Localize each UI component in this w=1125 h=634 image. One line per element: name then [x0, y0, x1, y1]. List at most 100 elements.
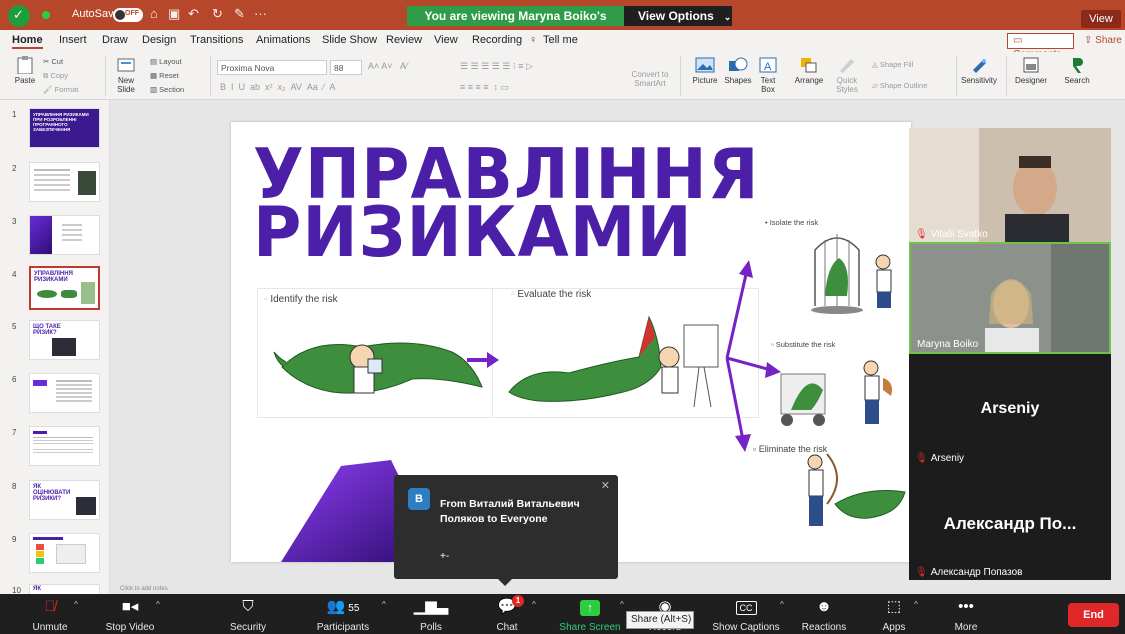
shield-icon: ⛉ — [242, 598, 254, 615]
picture-button[interactable]: Picture — [688, 56, 722, 85]
slide-title-line2[interactable]: РИЗИКАМИ — [253, 198, 693, 267]
shape-fill-button[interactable]: ◬ Shape Fill — [872, 60, 913, 69]
tell-me-search[interactable]: Tell me — [543, 34, 578, 46]
thumbnail-title: ЯК ОЦІНЮВАТИ РИЗИКИ? — [33, 484, 71, 502]
ribbon-tabs: Home Insert Draw Design Transitions Anim… — [0, 30, 1125, 60]
slide-number: 1 — [12, 110, 17, 119]
slide-thumbnail-5[interactable]: ЩО ТАКЕ РИЗИК? — [29, 320, 100, 360]
font-name-dropdown[interactable]: Proxima Nova — [217, 60, 327, 75]
reactions-button[interactable]: ☻ Reactions — [796, 594, 852, 634]
text-box-button[interactable]: A Text Box — [756, 56, 780, 94]
chevron-up-icon[interactable]: ^ — [914, 600, 918, 609]
tab-design[interactable]: Design — [142, 34, 176, 46]
reset-icon: ▦ — [150, 71, 160, 80]
video-tile-vitalii[interactable]: 🎙 Vitalii Svatko — [909, 128, 1111, 242]
chevron-up-icon[interactable]: ^ — [156, 600, 160, 609]
chevron-up-icon[interactable]: ^ — [532, 600, 536, 609]
close-icon[interactable]: ✕ — [601, 479, 610, 492]
tab-slide-show[interactable]: Slide Show — [322, 34, 377, 46]
redo-icon[interactable]: ↻ — [212, 6, 223, 22]
polls-button[interactable]: ▁▆▃ Polls — [408, 594, 454, 634]
section-icon: ▥ — [150, 85, 160, 94]
slide-thumbnail-10[interactable]: ЯК — [29, 584, 100, 594]
cut-button[interactable]: ✂ Cut — [43, 57, 63, 66]
font-style-buttons[interactable]: B I U ab x² x₂ AV Aa ⁄ A — [220, 82, 335, 92]
share-button[interactable]: ⇪ Share — [1080, 33, 1122, 49]
muted-mic-icon: 🎙̸ — [44, 598, 56, 615]
arrange-button[interactable]: Arrange — [792, 56, 826, 85]
unmute-button[interactable]: 🎙̸ ^ Unmute — [20, 594, 80, 634]
apps-icon: ⬚ — [886, 598, 902, 615]
video-tile-arseniy[interactable]: Arseniy 🎙 Arseniy — [909, 354, 1111, 466]
stop-video-button[interactable]: ■◂ ^ Stop Video — [96, 594, 164, 634]
shapes-button[interactable]: Shapes — [722, 56, 754, 85]
participants-button[interactable]: 👥 55 ^ Participants — [306, 594, 386, 634]
tab-recording[interactable]: Recording — [472, 34, 522, 46]
format-painter-button[interactable]: 🖌 Format — [43, 85, 78, 94]
customize-icon[interactable]: ✎ — [234, 6, 245, 22]
tab-animations[interactable]: Animations — [256, 34, 310, 46]
tab-review[interactable]: Review — [386, 34, 422, 46]
search-button[interactable]: Search — [1058, 56, 1096, 85]
designer-button[interactable]: Designer — [1012, 56, 1050, 85]
chat-notification-popup[interactable]: В From Виталий Витальевич Поляков to Eve… — [394, 475, 618, 586]
slide-thumbnail-6[interactable] — [29, 373, 100, 413]
home-icon[interactable]: ⌂ — [150, 6, 158, 21]
unmute-label: Unmute — [32, 622, 68, 633]
undo-icon[interactable]: ↶ — [188, 6, 199, 22]
reset-button[interactable]: ▦ Reset — [150, 71, 179, 80]
crocodile-image — [61, 290, 77, 298]
convert-smartart-button[interactable]: Convert to SmartArt — [630, 70, 670, 88]
comments-button[interactable]: ▭ Comments — [1007, 33, 1074, 60]
grow-font-icon[interactable]: A˄ A˅ — [368, 61, 393, 71]
copy-button[interactable]: ⧉ Copy — [43, 71, 68, 81]
list-buttons-icon[interactable]: ☰ ☰ ☰ ☰ ☰ ⁝ ≡ ▷ — [460, 61, 533, 72]
apps-button[interactable]: ⬚ ^ Apps — [874, 594, 918, 634]
video-tile-alexander[interactable]: Александр По... 🎙 Александр Попазов — [909, 466, 1111, 580]
autosave-toggle[interactable]: OFF — [113, 8, 143, 22]
more-commands-icon[interactable]: ··· — [254, 6, 267, 21]
section-button[interactable]: ▥ Section — [150, 85, 184, 94]
tab-home[interactable]: Home — [12, 34, 43, 49]
shape-outline-button[interactable]: ▱ Shape Outline — [872, 81, 927, 90]
slide-thumbnail-1[interactable]: УПРАВЛІННЯ РИЗИКАМИ ПРИ РОЗРОБЛЕННІ ПРОГ… — [29, 108, 100, 148]
align-buttons-icon[interactable]: ≡ ≡ ≡ ≡ ↕ ▭ — [460, 82, 509, 93]
chevron-up-icon[interactable]: ^ — [620, 600, 624, 609]
tab-draw[interactable]: Draw — [102, 34, 128, 46]
tab-transitions[interactable]: Transitions — [190, 34, 243, 46]
paste-button[interactable]: Paste — [8, 56, 42, 85]
participants-icon: 👥 55 — [326, 598, 360, 615]
more-button[interactable]: ••• More — [946, 594, 986, 634]
security-button[interactable]: ⛉ Security — [220, 594, 276, 634]
notes-hint[interactable]: Click to add notes — [110, 586, 910, 594]
layout-button[interactable]: ▤ Layout — [150, 57, 182, 66]
slide-thumbnail-4[interactable]: УПРАВЛІННЯ РИЗИКАМИ — [29, 266, 100, 310]
slide-thumbnail-7[interactable] — [29, 426, 100, 466]
slide-thumbnail-panel[interactable]: 1 УПРАВЛІННЯ РИЗИКАМИ ПРИ РОЗРОБЛЕННІ ПР… — [0, 100, 110, 594]
chevron-up-icon[interactable]: ^ — [780, 600, 784, 609]
slide-thumbnail-8[interactable]: ЯК ОЦІНЮВАТИ РИЗИКИ? — [29, 480, 100, 520]
clear-format-icon[interactable]: A⁄ — [400, 61, 408, 71]
quick-styles-button[interactable]: Quick Styles — [832, 56, 862, 94]
view-button[interactable]: View — [1081, 10, 1121, 28]
thumbnail-graphic — [30, 216, 52, 254]
share-tooltip: Share (Alt+S) — [626, 611, 694, 629]
font-size-dropdown[interactable]: 88 — [330, 60, 362, 75]
view-options-button[interactable]: View Options ⌄ — [624, 6, 732, 26]
save-icon[interactable]: ▣ — [168, 6, 180, 22]
tab-insert[interactable]: Insert — [59, 34, 87, 46]
text-box-label: Text Box — [760, 76, 776, 94]
end-meeting-button[interactable]: End — [1068, 603, 1119, 627]
sensitivity-button[interactable]: Sensitivity — [958, 56, 1000, 85]
share-screen-button[interactable]: ↑ ^ Share Screen — [556, 594, 624, 634]
new-slide-button[interactable]: New Slide — [112, 56, 140, 94]
zoom-security-shield-icon[interactable] — [8, 5, 30, 27]
video-tile-maryna[interactable]: Maryna Boiko — [909, 242, 1111, 354]
slide-thumbnail-9[interactable] — [29, 533, 100, 573]
show-captions-button[interactable]: CC ^ Show Captions — [706, 594, 786, 634]
chevron-up-icon[interactable]: ^ — [74, 600, 78, 609]
chevron-up-icon[interactable]: ^ — [382, 600, 386, 609]
tab-view[interactable]: View — [434, 34, 458, 46]
slide-thumbnail-2[interactable] — [29, 162, 100, 202]
slide-thumbnail-3[interactable] — [29, 215, 100, 255]
